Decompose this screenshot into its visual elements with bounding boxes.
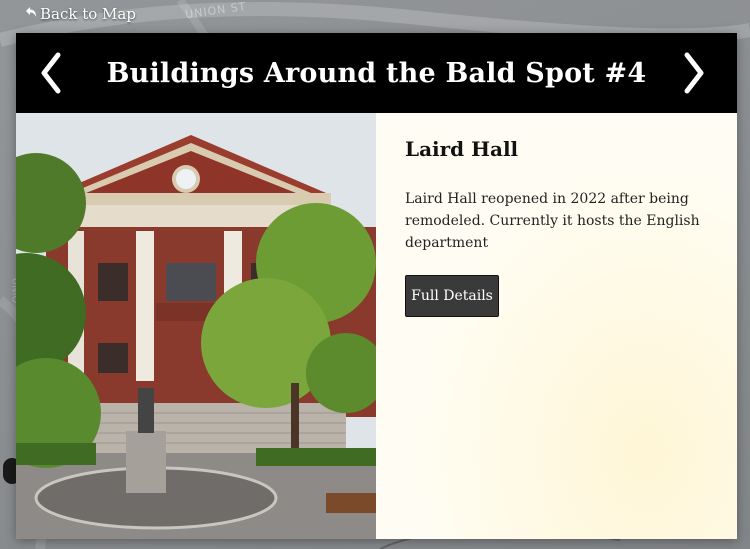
- next-button[interactable]: [679, 51, 709, 95]
- back-to-map-label: Back to Map: [40, 5, 136, 23]
- back-arrow-icon: [25, 6, 37, 22]
- card-header: Buildings Around the Bald Spot #4: [16, 33, 737, 113]
- building-name: Laird Hall: [405, 137, 519, 161]
- building-info-panel: Laird Hall Laird Hall reopened in 2022 a…: [376, 113, 737, 539]
- card-title: Buildings Around the Bald Spot #4: [106, 57, 647, 89]
- building-photo: [16, 113, 376, 539]
- building-description: Laird Hall reopened in 2022 after being …: [405, 191, 700, 251]
- back-to-map-link[interactable]: Back to Map: [25, 5, 136, 23]
- previous-button[interactable]: [36, 51, 66, 95]
- chevron-left-icon: [41, 52, 61, 94]
- full-details-button[interactable]: Full Details: [405, 275, 499, 317]
- chevron-right-icon: [684, 52, 704, 94]
- building-card: Buildings Around the Bald Spot #4 Laird …: [16, 33, 737, 539]
